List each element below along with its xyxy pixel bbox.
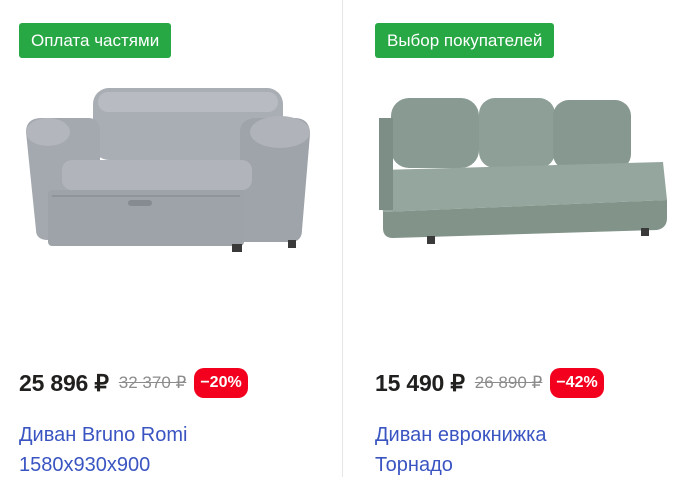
old-price: 26 890 ₽: [474, 373, 543, 392]
product-title-link[interactable]: Диван Bruno Romi 1580х930х900: [19, 420, 299, 477]
green-sofa-image: [379, 98, 667, 244]
discount-badge: −42%: [550, 368, 604, 398]
product-image[interactable]: [18, 80, 318, 260]
gray-sofa-image: [26, 88, 310, 252]
product-card[interactable]: Оплата частями 25 896 ₽ 32 370 ₽ −20% Ди…: [0, 0, 342, 477]
product-title-line[interactable]: Диван еврокнижка: [375, 420, 655, 450]
product-title-line[interactable]: Диван Bruno Romi: [19, 420, 299, 450]
current-price: 25 896 ₽: [19, 369, 109, 396]
price-row: 15 490 ₽ 26 890 ₽ −42%: [375, 368, 604, 398]
product-title-line[interactable]: 1580х930х900: [19, 450, 299, 477]
installment-badge: Оплата частями: [19, 23, 172, 58]
product-title-line[interactable]: Торнадо: [375, 450, 655, 477]
product-title-link[interactable]: Диван еврокнижка Торнадо: [375, 420, 655, 477]
customer-choice-badge: Выбор покупателей: [375, 23, 555, 58]
discount-badge: −20%: [194, 368, 248, 398]
current-price: 15 490 ₽: [375, 369, 465, 396]
old-price: 32 370 ₽: [118, 373, 187, 392]
price-row: 25 896 ₽ 32 370 ₽ −20%: [19, 368, 248, 398]
product-grid: Оплата частями 25 896 ₽ 32 370 ₽ −20% Ди…: [0, 0, 682, 477]
product-image[interactable]: [371, 88, 671, 258]
product-card[interactable]: Выбор покупателей 15 490 ₽ 26 890 ₽ −42%…: [343, 0, 682, 477]
